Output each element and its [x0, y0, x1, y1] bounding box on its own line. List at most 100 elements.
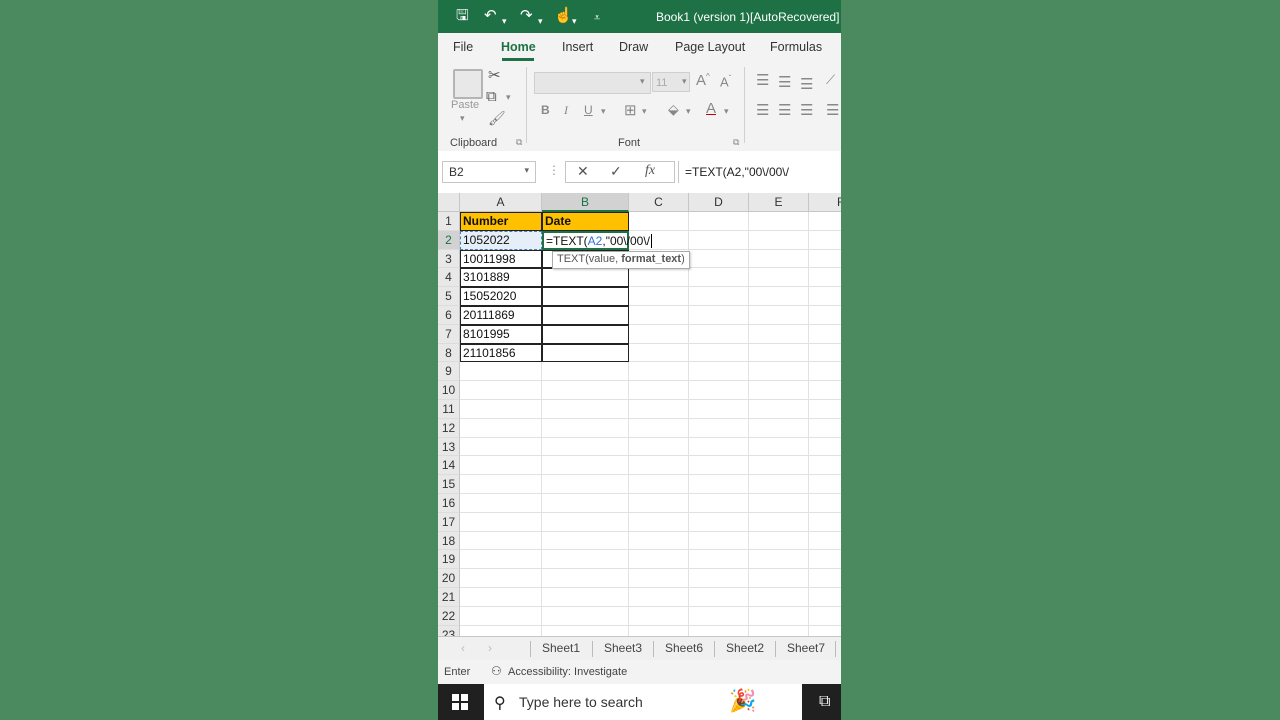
cell[interactable]	[689, 343, 749, 363]
cell[interactable]	[629, 324, 689, 344]
cell[interactable]	[542, 625, 629, 636]
row-header[interactable]: 2	[438, 230, 460, 250]
cell[interactable]	[629, 456, 689, 476]
cell[interactable]	[629, 437, 689, 457]
cell[interactable]	[460, 494, 542, 513]
row-header[interactable]: 23	[438, 625, 460, 636]
cell[interactable]	[542, 400, 629, 419]
cell[interactable]	[629, 569, 689, 588]
cut-icon[interactable]: ✂	[488, 66, 501, 84]
italic-icon[interactable]: I	[564, 103, 568, 118]
header-cell-date[interactable]: Date	[542, 212, 629, 231]
cell[interactable]	[460, 381, 542, 400]
formula-input[interactable]: =TEXT(A2,"00\/00\/	[678, 161, 841, 183]
cell[interactable]	[689, 306, 749, 325]
cell[interactable]	[460, 362, 542, 382]
cell[interactable]	[460, 456, 542, 476]
cell[interactable]	[749, 306, 809, 325]
customize-toolbar-icon[interactable]: ⩡	[594, 9, 600, 27]
cell[interactable]	[460, 625, 542, 636]
font-size-dropdown-icon[interactable]: ▾	[682, 76, 687, 87]
cell[interactable]	[749, 418, 809, 438]
cell[interactable]	[809, 588, 841, 607]
date-cell[interactable]	[542, 324, 629, 344]
row-header[interactable]: 3	[438, 249, 460, 269]
cell[interactable]	[460, 550, 542, 570]
row-header[interactable]: 15	[438, 475, 460, 494]
cell[interactable]	[460, 437, 542, 457]
cell[interactable]	[629, 212, 689, 231]
cell[interactable]	[749, 230, 809, 250]
cell[interactable]	[689, 569, 749, 588]
cell[interactable]	[542, 494, 629, 513]
cell[interactable]	[542, 475, 629, 494]
orientation-icon[interactable]: ⟋	[826, 72, 835, 88]
cell[interactable]	[629, 588, 689, 607]
cell[interactable]	[809, 344, 841, 363]
cell[interactable]	[809, 362, 841, 382]
column-header-a[interactable]: A	[460, 193, 542, 212]
cell[interactable]	[749, 494, 809, 513]
number-cell[interactable]: 15052020	[460, 287, 542, 306]
date-cell[interactable]	[542, 343, 629, 363]
tab-file[interactable]: File	[453, 40, 473, 54]
cell[interactable]	[460, 606, 542, 626]
cell[interactable]	[749, 512, 809, 532]
cell[interactable]	[749, 606, 809, 626]
font-launcher-icon[interactable]: ⧉	[733, 137, 739, 148]
date-cell[interactable]	[542, 268, 629, 288]
sheet-tab-sheet7[interactable]: Sheet7	[787, 641, 825, 655]
active-cell-b2[interactable]: =TEXT(A2,"00\/00\/	[542, 230, 652, 250]
align-center-icon[interactable]: ☰	[778, 101, 791, 119]
cell[interactable]	[542, 418, 629, 438]
cell[interactable]	[749, 362, 809, 382]
column-header-b[interactable]: B	[542, 193, 629, 212]
tab-draw[interactable]: Draw	[619, 40, 648, 54]
paste-dropdown-icon[interactable]: ▾	[460, 113, 465, 124]
row-header[interactable]: 17	[438, 512, 460, 532]
taskbar-search-box[interactable]: ⚲ Type here to search 🎉	[484, 684, 802, 720]
copy-icon[interactable]: ⧉	[486, 88, 497, 105]
tab-insert[interactable]: Insert	[562, 40, 593, 54]
row-header[interactable]: 4	[438, 268, 460, 288]
row-header[interactable]: 20	[438, 569, 460, 588]
cell[interactable]	[629, 268, 689, 288]
cell[interactable]	[809, 381, 841, 400]
cell[interactable]	[460, 418, 542, 438]
cell[interactable]	[629, 381, 689, 400]
cell[interactable]	[689, 550, 749, 570]
cell[interactable]	[809, 513, 841, 532]
cell[interactable]	[749, 287, 809, 306]
confirm-entry-button[interactable]: ✓	[610, 163, 622, 180]
number-cell[interactable]: 3101889	[460, 268, 542, 288]
cell[interactable]	[749, 569, 809, 588]
cell[interactable]	[629, 306, 689, 325]
cell[interactable]	[629, 418, 689, 438]
number-cell[interactable]: 8101995	[460, 324, 542, 344]
borders-icon[interactable]: ⊞	[624, 101, 637, 119]
task-view-icon[interactable]: ⧉	[819, 693, 830, 711]
touch-dropdown-icon[interactable]: ▾	[572, 12, 577, 30]
cell[interactable]	[809, 306, 841, 325]
cell[interactable]	[749, 456, 809, 476]
undo-dropdown-icon[interactable]: ▾	[502, 12, 507, 30]
fill-color-icon[interactable]: ⬙	[668, 101, 679, 118]
column-header-d[interactable]: D	[689, 193, 749, 212]
cell[interactable]	[809, 419, 841, 438]
decrease-indent-icon[interactable]: ☰	[826, 101, 839, 119]
cell[interactable]	[809, 268, 841, 288]
sheet-tab-sheet3[interactable]: Sheet3	[604, 641, 642, 655]
cell[interactable]	[689, 456, 749, 476]
align-right-icon[interactable]: ☰	[800, 101, 813, 119]
number-cell[interactable]: 1052022	[460, 230, 542, 250]
cell[interactable]	[809, 626, 841, 636]
cell[interactable]	[629, 531, 689, 551]
name-box[interactable]: B2 ▾	[442, 161, 536, 183]
cell[interactable]	[542, 456, 629, 476]
increase-font-size-icon[interactable]: A^	[696, 72, 710, 89]
clipboard-launcher-icon[interactable]: ⧉	[516, 137, 522, 148]
cell[interactable]	[689, 494, 749, 513]
cell[interactable]	[809, 287, 841, 306]
tab-home[interactable]: Home	[501, 40, 536, 54]
number-cell[interactable]: 21101856	[460, 343, 542, 363]
